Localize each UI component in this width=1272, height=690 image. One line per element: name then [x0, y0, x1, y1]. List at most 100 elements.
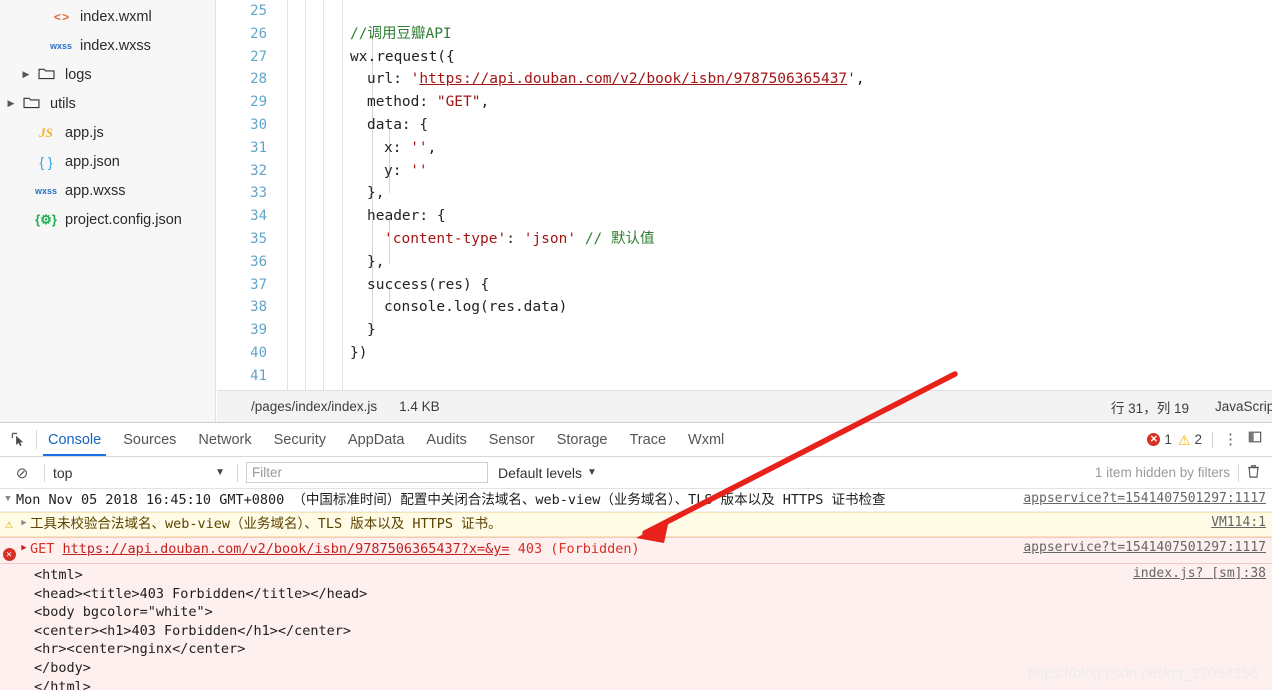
code-line[interactable]: 26 //调用豆瓣API [217, 23, 1272, 46]
error-count-badge[interactable]: ✕ 1 [1147, 432, 1172, 447]
console-source-link[interactable]: appservice?t=1541407501297:1117 [1023, 540, 1266, 555]
file-tree-item-label: index.wxss [80, 37, 151, 54]
console-info-row[interactable]: ▼ Mon Nov 05 2018 16:45:10 GMT+0800 （中国标… [0, 489, 1272, 512]
code-brackets-icon: < > [53, 9, 69, 24]
code-line[interactable]: 41 [217, 365, 1272, 388]
editor-cursor-position: 行 31，列 19 [1110, 400, 1189, 416]
error-badge-icon: ✕ [1147, 433, 1161, 446]
execution-context-select[interactable]: top ▼ [53, 465, 229, 481]
file-tree-item[interactable]: ▶ logs [0, 60, 215, 89]
console-error-row[interactable]: ✕ ▶ GET https://api.douban.com/v2/book/i… [0, 537, 1272, 564]
code-line[interactable]: 31 x: '', [217, 137, 1272, 160]
devtools-tabs[interactable]: Console Sources Network Security AppData Audi… [37, 423, 735, 456]
code-line[interactable]: 30 data: { [217, 114, 1272, 137]
code-text: y: '' [384, 162, 428, 179]
chevron-down-icon: ▼ [587, 467, 597, 478]
log-levels-select[interactable]: Default levels ▼ [498, 465, 597, 481]
code-line[interactable]: 32 y: '' [217, 160, 1272, 183]
code-lines[interactable]: 25 26 //调用豆瓣API 27 wx.request({28 url: 'https… [217, 0, 1272, 390]
file-tree-item[interactable]: { } app.json [0, 147, 215, 176]
request-url-link[interactable]: https://api.douban.com/v2/book/isbn/9787… [63, 541, 510, 557]
tab-wxml[interactable]: Wxml [677, 423, 735, 456]
code-line[interactable]: 35 'content-type': 'json' // 默认值 [217, 228, 1272, 251]
expand-twisty-icon[interactable]: ▶ [4, 98, 18, 109]
file-tree-item[interactable]: wxss app.wxss [0, 176, 215, 205]
code-line[interactable]: 29 method: "GET", [217, 91, 1272, 114]
console-warning-text: 工具未校验合法域名、web-view（业务域名）、TLS 版本以及 HTTPS … [30, 516, 502, 532]
more-options-icon[interactable]: ⋮ [1223, 432, 1238, 447]
console-source-link-2[interactable]: index.js? [sm]:38 [1133, 566, 1266, 581]
code-line[interactable]: 34 header: { [217, 205, 1272, 228]
tab-sensor[interactable]: Sensor [478, 423, 546, 456]
console-filter-bar[interactable]: ⊘ top ▼ Default levels ▼ 1 item hidden b… [0, 457, 1272, 489]
tab-sources[interactable]: Sources [112, 423, 187, 456]
tab-appdata[interactable]: AppData [337, 423, 415, 456]
file-tree-item[interactable]: JS app.js [0, 118, 215, 147]
file-tree-item-label: index.wxml [80, 8, 152, 25]
filter-divider [44, 463, 45, 482]
line-number: 37 [250, 276, 267, 293]
editor-language[interactable]: JavaScript [1215, 399, 1272, 414]
code-text: //调用豆瓣API [350, 25, 452, 42]
code-line[interactable]: 25 [217, 0, 1272, 23]
devtools-tab-bar[interactable]: Console Sources Network Security AppData Audi… [0, 423, 1272, 457]
code-line[interactable]: 27 wx.request({ [217, 46, 1272, 69]
code-text: x: '', [384, 139, 437, 156]
code-text: }) [350, 344, 368, 361]
console-source-link[interactable]: VM114:1 [1211, 515, 1266, 530]
line-number: 32 [250, 162, 267, 179]
tab-security[interactable]: Security [263, 423, 337, 456]
file-tree-item[interactable]: {⚙} project.config.json [0, 205, 215, 234]
tab-network[interactable]: Network [187, 423, 262, 456]
console-source-link[interactable]: appservice?t=1541407501297:1117 [1023, 491, 1266, 506]
code-line[interactable]: 40}) [217, 342, 1272, 365]
code-text: }, [367, 253, 385, 270]
code-line[interactable]: 33}, [217, 182, 1272, 205]
expand-twisty-icon[interactable]: ▼ [0, 491, 16, 504]
code-text: console.log(res.data) [384, 299, 568, 316]
expand-twisty-icon[interactable]: ▶ [18, 540, 30, 553]
file-explorer-panel[interactable]: < > index.wxml wxss index.wxss ▶ logs ▶ utils JS… [0, 0, 216, 422]
console-warning-row[interactable]: ⚠ ▶ 工具未校验合法域名、web-view（业务域名）、TLS 版本以及 HT… [0, 512, 1272, 537]
code-line[interactable]: 39} [217, 319, 1272, 342]
tab-trace[interactable]: Trace [618, 423, 677, 456]
warning-count-badge[interactable]: ⚠ 2 [1178, 432, 1202, 447]
clear-console-icon[interactable]: ⊘ [8, 464, 36, 482]
tab-audits[interactable]: Audits [415, 423, 477, 456]
tab-console[interactable]: Console [37, 423, 112, 456]
trash-icon[interactable] [1247, 464, 1264, 481]
file-tree-item-label: app.wxss [65, 182, 126, 199]
file-tree-item-label: app.js [65, 124, 104, 141]
code-line[interactable]: 36}, [217, 251, 1272, 274]
tab-storage[interactable]: Storage [546, 423, 619, 456]
line-number: 34 [250, 208, 267, 225]
file-tree-item[interactable]: ▶ utils [0, 89, 215, 118]
file-tree-item-label: project.config.json [65, 211, 182, 228]
code-editor[interactable]: 25 26 //调用豆瓣API 27 wx.request({28 url: 'https… [217, 0, 1272, 390]
devtools-status-icons[interactable]: ✕ 1 ⚠ 2 ⋮ [1147, 423, 1272, 456]
code-text: 'content-type': 'json' // 默认值 [384, 230, 655, 247]
filter-divider [1238, 463, 1239, 482]
console-info-text: Mon Nov 05 2018 16:45:10 GMT+0800 （中国标准时… [16, 492, 886, 508]
warning-icon: ⚠ [5, 517, 13, 532]
file-tree[interactable]: < > index.wxml wxss index.wxss ▶ logs ▶ utils JS… [0, 2, 215, 234]
dock-panel-icon[interactable] [1244, 430, 1264, 449]
inspect-element-icon[interactable] [0, 423, 36, 456]
console-message-list[interactable]: ▼ Mon Nov 05 2018 16:45:10 GMT+0800 （中国标… [0, 489, 1272, 690]
code-text: }, [367, 185, 385, 202]
code-line[interactable]: 38 console.log(res.data) [217, 296, 1272, 319]
code-text: header: { [367, 208, 446, 225]
code-line[interactable]: 28 url: 'https://api.douban.com/v2/book/i… [217, 68, 1272, 91]
wxss-file-icon: wxss [34, 185, 58, 196]
line-number: 35 [250, 230, 267, 247]
code-text: } [367, 322, 376, 339]
file-tree-item[interactable]: wxss index.wxss [0, 31, 215, 60]
error-icon: ✕ [0, 540, 18, 561]
file-tree-item[interactable]: < > index.wxml [0, 2, 215, 31]
line-number: 36 [250, 253, 267, 270]
line-number: 26 [250, 25, 267, 42]
expand-twisty-icon[interactable]: ▶ [18, 515, 30, 528]
filter-input[interactable] [246, 462, 488, 483]
code-line[interactable]: 37 success(res) { [217, 274, 1272, 297]
expand-twisty-icon[interactable]: ▶ [19, 69, 33, 80]
